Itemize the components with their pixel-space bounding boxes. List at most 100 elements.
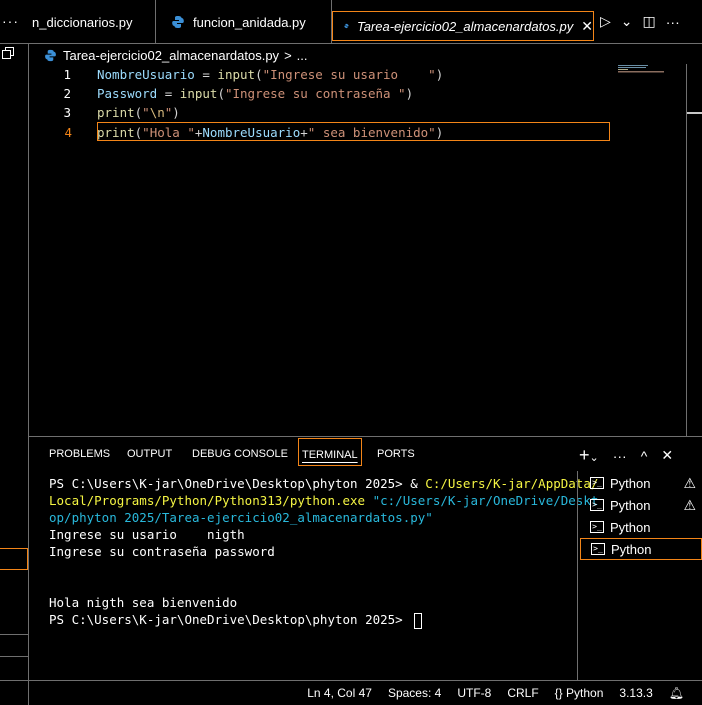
chevron-right-icon: >	[284, 47, 292, 63]
terminal-instance-label: Python	[610, 497, 651, 513]
braces-icon: {}	[554, 686, 563, 700]
line-number: 1	[63, 67, 71, 82]
terminal-output[interactable]: PS C:\Users\K-jar\OneDrive\Desktop\phyto…	[29, 471, 598, 681]
code-token: "Hola "	[142, 125, 195, 140]
code-token: =	[194, 67, 218, 82]
terminal-line: Ingrese su usario nigth	[49, 526, 577, 543]
code-line[interactable]: 4 print("Hola "+NombreUsuario+" sea bienv…	[64, 122, 610, 142]
minimap[interactable]	[618, 64, 678, 74]
cursor-position[interactable]: Ln 4, Col 47	[307, 686, 372, 700]
terminal-icon: >_	[590, 477, 604, 489]
terminal-instance[interactable]: >_ Python ⚠	[580, 494, 702, 516]
code-text: NombreUsuario = input("Ingrese su usario…	[97, 65, 443, 84]
code-token: "Ingrese su contraseña "	[224, 86, 406, 101]
tab-debug-console[interactable]: DEBUG CONSOLE	[192, 448, 288, 460]
line-number: 2	[63, 86, 71, 101]
tab-label: funcion_anidada.py	[193, 14, 306, 30]
add-terminal-button[interactable]: +⌄	[579, 445, 599, 466]
explorer-selected-row[interactable]	[0, 548, 28, 570]
status-bar: Ln 4, Col 47 Spaces: 4 UTF-8 CRLF {} Pyt…	[0, 680, 702, 705]
terminal-text: Hola nigth sea bienvenido	[49, 595, 238, 610]
code-token: =	[157, 86, 180, 101]
breadcrumb-file[interactable]: Tarea-ejercicio02_almacenardatos.py	[63, 48, 279, 63]
code-token: "Ingrese su usario "	[262, 67, 436, 82]
tab-ports[interactable]: PORTS	[377, 448, 415, 460]
more-actions-icon[interactable]: ···	[613, 448, 627, 464]
close-panel-icon[interactable]: ✕	[661, 447, 673, 464]
code-token: " sea bienvenido"	[307, 125, 436, 140]
terminal-icon: >_	[590, 499, 604, 511]
tab-label: Tarea-ejercicio02_almacenardatos.py	[356, 18, 574, 34]
breadcrumb-more[interactable]: ...	[297, 48, 308, 63]
tab-funcion-anidada[interactable]: funcion_anidada.py	[156, 0, 332, 44]
tab-output[interactable]: OUTPUT	[127, 448, 172, 460]
warning-icon: ⚠	[683, 474, 696, 491]
language-mode[interactable]: {} Python	[555, 686, 604, 700]
code-token: Password	[97, 86, 158, 101]
code-token: print	[97, 125, 135, 140]
terminal-instance-list: >_ Python ⚠ >_ Python ⚠ >_ Python >_ Python	[577, 471, 702, 681]
tab-n-diccionarios[interactable]: n_diccionarios.py	[26, 0, 156, 44]
editor-actions: ▷ ⌄ ◫ ···	[600, 13, 680, 30]
code-token: input	[179, 86, 218, 101]
code-editor[interactable]: 1 NombreUsuario = input("Ingrese su usari…	[29, 64, 686, 436]
terminal-instance[interactable]: >_ Python	[580, 516, 702, 538]
tab-tarea-ejercicio02[interactable]: Tarea-ejercicio02_almacenardatos.py ✕	[332, 11, 594, 41]
line-ending[interactable]: CRLF	[507, 686, 538, 700]
code-token: +	[300, 125, 308, 140]
close-icon[interactable]: ✕	[581, 18, 593, 35]
plus-icon: +	[579, 445, 590, 465]
terminal-text: PS C:\Users\K-jar\OneDrive\Desktop\phyto…	[49, 476, 426, 491]
terminal-instance-label: Python	[610, 519, 651, 535]
terminal-line: op/phyton 2025/Tarea-ejercicio02_almacen…	[49, 509, 577, 526]
terminal-icon: >_	[591, 543, 605, 555]
code-line[interactable]: 3 print("\n")	[29, 103, 609, 122]
copy-icon[interactable]	[2, 47, 14, 59]
tab-overflow-button[interactable]: ···	[2, 13, 19, 29]
python-file-icon	[172, 16, 184, 28]
terminal-instance[interactable]: >_ Python ⚠	[580, 472, 702, 494]
chevron-down-icon: ⌄	[589, 452, 599, 464]
tab-problems[interactable]: PROBLEMS	[49, 448, 110, 460]
code-token: "	[142, 105, 150, 120]
terminal-text: op/phyton 2025/Tarea-ejercicio02_almacen…	[49, 510, 433, 525]
editor-tab-bar: ··· n_diccionarios.py funcion_anidada.py…	[0, 0, 702, 44]
run-icon[interactable]: ▷	[600, 13, 611, 30]
editor-scrollbar[interactable]	[686, 64, 702, 436]
tab-label: n_diccionarios.py	[32, 14, 133, 30]
code-token: )	[435, 67, 444, 82]
warning-icon: ⚠	[683, 496, 696, 513]
code-text: Password = input("Ingrese su contraseña …	[97, 84, 413, 103]
tab-terminal[interactable]: TERMINAL	[298, 438, 362, 466]
code-line[interactable]: 2 Password = input("Ingrese su contraseña…	[29, 84, 609, 103]
scrollbar-marker	[687, 112, 702, 114]
terminal-icon: >_	[590, 521, 604, 533]
terminal-line: PS C:\Users\K-jar\OneDrive\Desktop\phyto…	[49, 611, 577, 629]
code-token: NombreUsuario	[97, 67, 195, 82]
python-version[interactable]: 3.13.3	[619, 686, 652, 700]
terminal-text: Local/Programs/Python/Python313/python.e…	[49, 493, 373, 508]
code-token: print	[97, 105, 135, 120]
python-file-icon	[344, 23, 349, 29]
language-label: Python	[566, 686, 604, 700]
divider	[0, 634, 28, 635]
chevron-down-icon[interactable]: ⌄	[621, 13, 633, 30]
panel-tab-bar: PROBLEMS OUTPUT DEBUG CONSOLE TERMINAL P…	[29, 437, 702, 471]
terminal-text: Ingrese su usario nigth	[49, 527, 245, 542]
terminal-instance[interactable]: >_ Python	[580, 538, 702, 560]
bell-icon[interactable]: 🔔︎	[669, 686, 684, 700]
more-actions-icon[interactable]: ···	[666, 14, 680, 30]
code-token: )	[435, 125, 444, 140]
code-token: )	[172, 105, 180, 120]
encoding[interactable]: UTF-8	[457, 686, 491, 700]
line-number: 4	[64, 125, 72, 140]
code-text: print("Hola "+NombreUsuario+" sea bienve…	[97, 123, 443, 142]
terminal-text: C:/Users/K-jar/AppData/	[425, 476, 599, 491]
terminal-cursor	[414, 612, 423, 629]
split-editor-icon[interactable]: ◫	[643, 13, 656, 30]
indentation[interactable]: Spaces: 4	[388, 686, 441, 700]
terminal-instance-label: Python	[611, 541, 652, 557]
code-line[interactable]: 1 NombreUsuario = input("Ingrese su usari…	[29, 65, 609, 84]
maximize-panel-icon[interactable]: ^	[641, 448, 648, 464]
